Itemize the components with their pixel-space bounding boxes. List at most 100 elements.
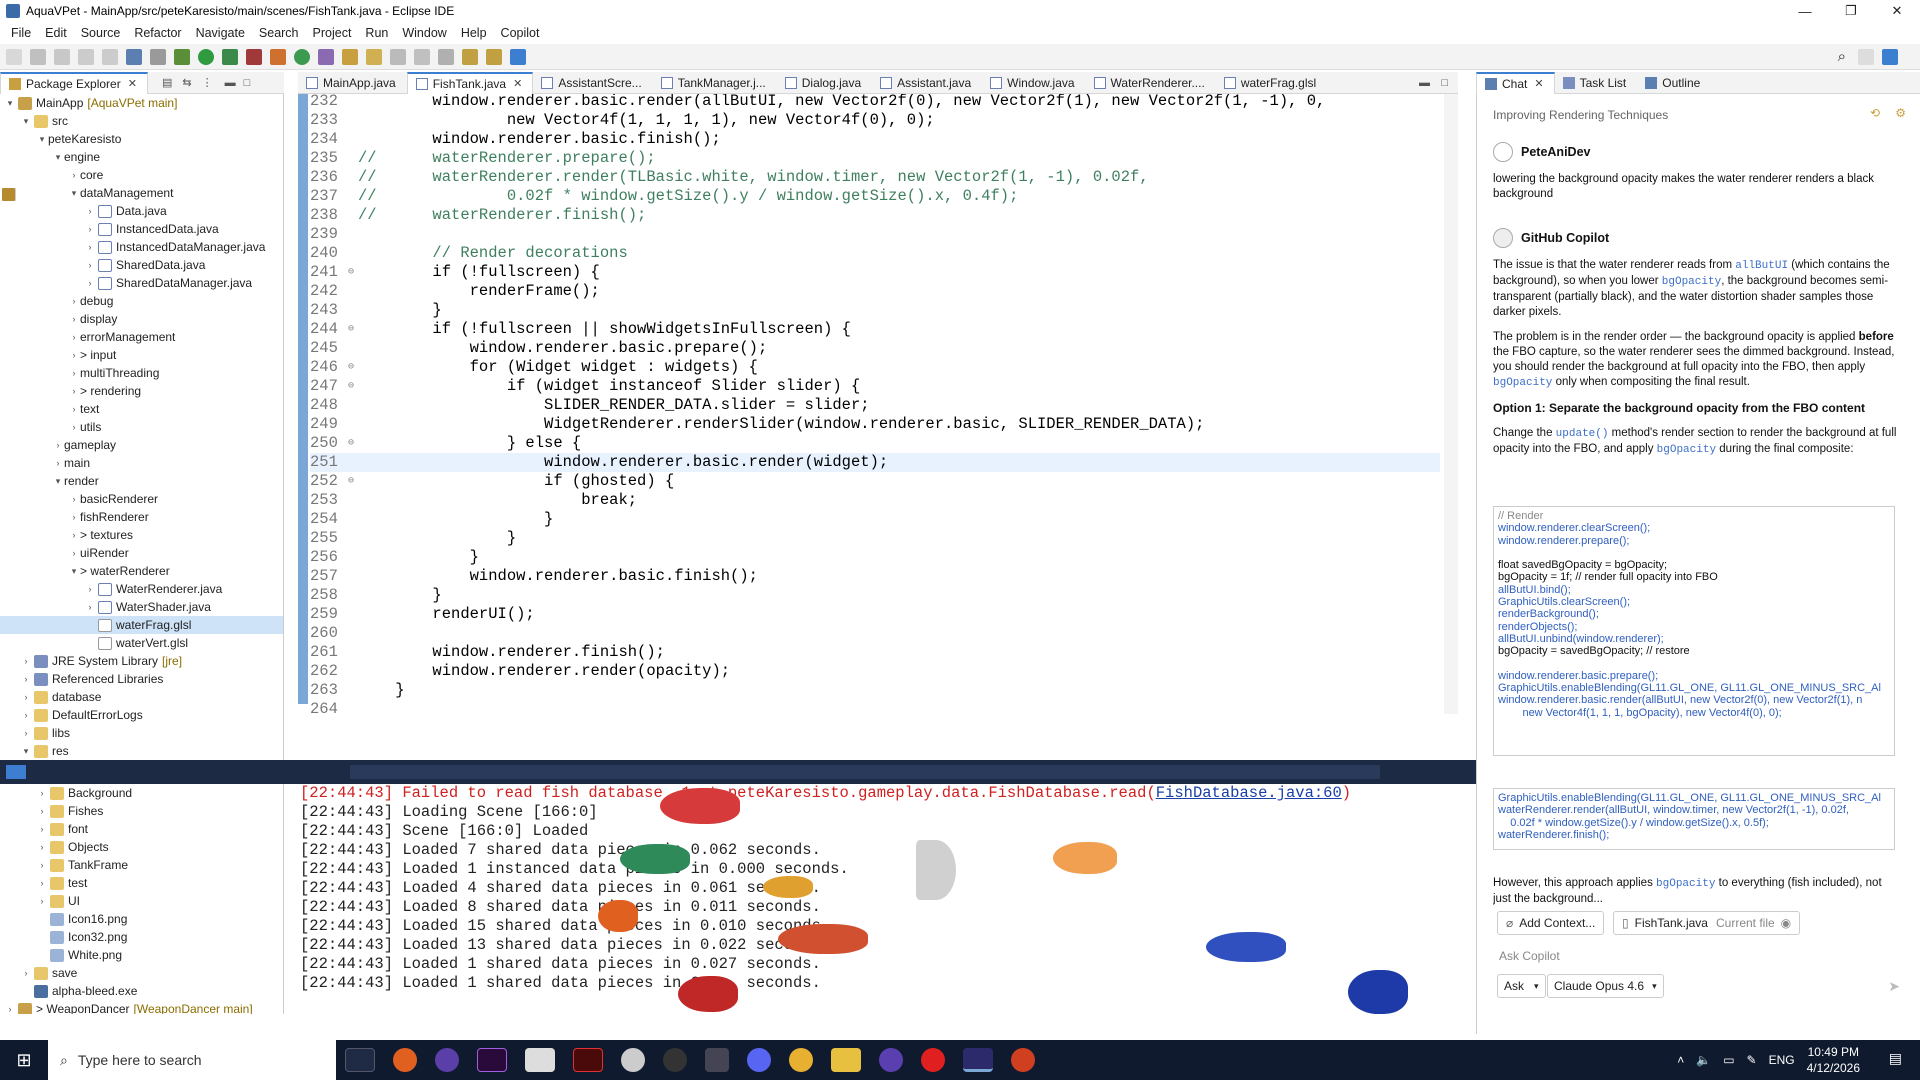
expand-toggle-icon[interactable]: › [68,350,80,360]
expand-toggle-icon[interactable]: › [84,242,96,252]
expand-toggle-icon[interactable]: › [20,968,32,978]
app-red-icon[interactable] [921,1048,945,1072]
editor-tab[interactable]: MainApp.java [298,72,407,94]
expand-toggle-icon[interactable]: › [68,548,80,558]
skip-breakpoints-icon[interactable] [150,48,166,65]
tree-item[interactable]: › InstancedData.java [0,220,283,238]
search-icon[interactable]: ⌕ [1838,48,1846,65]
menu-project[interactable]: Project [306,26,359,40]
stacktrace-link[interactable]: FishDatabase.java:60 [1156,784,1342,802]
menu-run[interactable]: Run [358,26,395,40]
taskbar-search[interactable]: ⌕ Type here to search [48,1040,336,1080]
tree-item[interactable]: waterFrag.glsl [0,616,283,634]
menu-navigate[interactable]: Navigate [189,26,252,40]
new-java-package-icon[interactable] [270,48,286,65]
expand-toggle-icon[interactable]: › [36,896,48,906]
maximize-button[interactable]: ❐ [1828,0,1874,22]
menu-edit[interactable]: Edit [38,26,74,40]
tree-item[interactable]: › SharedData.java [0,256,283,274]
minimize-view-icon[interactable]: ▬ [1419,77,1430,89]
close-icon[interactable]: ✕ [513,77,522,90]
cube-icon[interactable] [705,1048,729,1072]
expand-toggle-icon[interactable]: › [20,656,32,666]
expand-toggle-icon[interactable]: › [68,314,80,324]
tree-item[interactable]: › debug [0,188,283,310]
fold-icon[interactable]: ⊖ [348,263,358,282]
tree-item[interactable]: › test [0,874,283,892]
language-indicator[interactable]: ENG [1769,1053,1795,1067]
expand-toggle-icon[interactable]: › [20,710,32,720]
tree-item[interactable]: ▾ render [0,188,283,490]
expand-toggle-icon[interactable]: › [68,386,80,396]
tree-item[interactable]: alpha-bleed.exe [0,982,283,1000]
w-app-icon[interactable] [879,1048,903,1072]
tree-item[interactable]: ▾ peteKaresisto [0,130,283,201]
close-icon[interactable]: ✕ [128,77,137,90]
editor-tab[interactable]: WaterRenderer.... [1086,72,1216,94]
blender-icon[interactable] [393,1048,417,1072]
expand-toggle-icon[interactable]: › [84,224,96,234]
mode-select[interactable]: Ask ▾ [1497,974,1546,998]
expand-toggle-icon[interactable]: › [52,458,64,468]
tree-item[interactable]: White.png [0,946,283,964]
aquavpet-icon[interactable] [1011,1048,1035,1072]
maximize-view-icon[interactable]: □ [244,77,251,89]
tree-item[interactable]: ▾ dataManagement [0,184,283,202]
github-desktop-icon[interactable] [435,1048,459,1072]
expand-toggle-icon[interactable]: › [68,530,80,540]
menu-source[interactable]: Source [74,26,128,40]
expand-toggle-icon[interactable]: › [20,692,32,702]
history-icon[interactable]: ⟲ [1870,106,1880,120]
expand-toggle-icon[interactable]: › [84,260,96,270]
editor-tab[interactable]: AssistantScre... [533,72,652,94]
redo-icon[interactable] [102,48,118,65]
expand-toggle-icon[interactable]: ▾ [68,566,80,577]
fold-icon[interactable]: ⊖ [348,320,358,339]
coverage-icon[interactable] [222,48,238,65]
expand-toggle-icon[interactable]: › [20,674,32,684]
tree-item[interactable]: › database [0,688,283,706]
tree-item[interactable]: › InstancedDataManager.java [0,238,283,256]
expand-toggle-icon[interactable]: ▾ [20,116,32,127]
tab-chat[interactable]: Chat ✕ [1476,71,1555,94]
chevron-up-icon[interactable]: ˄ [1677,1053,1684,1067]
tab-task-list[interactable]: Task List [1555,72,1638,94]
open-type-icon[interactable] [318,48,334,65]
tree-item[interactable]: Icon32.png [0,928,283,946]
tree-item[interactable]: › core [0,166,283,201]
open-folder-icon[interactable] [342,48,358,65]
chat-input[interactable]: Ask Copilot [1499,949,1560,963]
close-button[interactable]: ✕ [1874,0,1920,22]
premiere-icon[interactable] [477,1048,507,1072]
tree-item[interactable]: ▾ res [0,742,283,760]
tree-item[interactable]: ▾ engine [0,148,283,201]
console-output[interactable]: [22:44:43] Failed to read fish database … [298,784,1458,1014]
open-perspective-icon[interactable] [1858,48,1874,65]
tree-item[interactable]: › SharedDataManager.java [0,274,283,292]
expand-toggle-icon[interactable]: › [36,788,48,798]
app-icon[interactable] [621,1048,645,1072]
tab-package-explorer[interactable]: Package Explorer ✕ [0,71,148,94]
tree-item[interactable]: › Background [0,784,283,802]
save-all-icon[interactable] [54,48,70,65]
expand-toggle-icon[interactable]: › [36,806,48,816]
expand-toggle-icon[interactable]: ▾ [68,188,80,199]
tree-item[interactable]: ▾ MainApp [AquaVPet main] [0,94,283,112]
editor-tab[interactable]: Window.java [982,72,1085,94]
expand-toggle-icon[interactable]: › [68,422,80,432]
tree-item[interactable]: › JRE System Library [jre] [0,652,283,670]
expand-toggle-icon[interactable]: ▾ [20,746,32,757]
expand-toggle-icon[interactable]: ▾ [52,476,64,487]
prev-annotation-icon[interactable] [438,48,454,65]
minimize-button[interactable]: — [1782,0,1828,22]
tree-item[interactable]: Icon16.png [0,910,283,928]
expand-toggle-icon[interactable]: › [84,278,96,288]
editor-tab[interactable]: FishTank.java ✕ [406,71,534,94]
editor-scrollbar[interactable] [1444,94,1458,714]
menu-file[interactable]: File [4,26,38,40]
unity-icon[interactable] [663,1048,687,1072]
minimize-view-icon[interactable]: ▬ [225,77,236,89]
fold-icon[interactable]: ⊖ [348,472,358,491]
close-icon[interactable]: ✕ [1534,77,1543,90]
notepad-icon[interactable] [525,1048,555,1072]
